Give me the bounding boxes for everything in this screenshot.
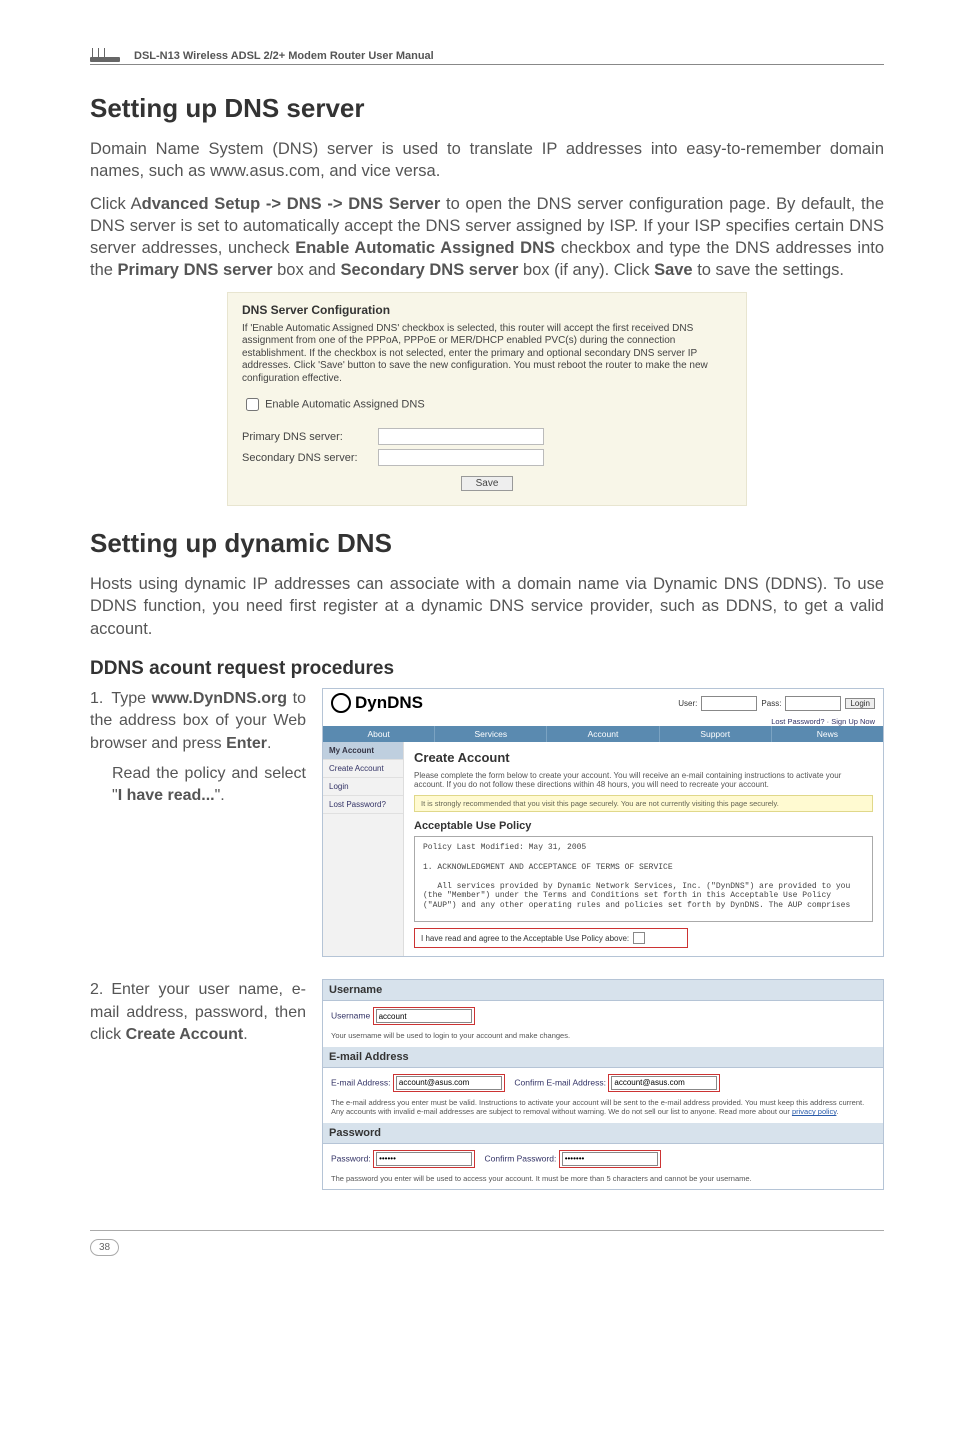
username-note: Your username will be used to login to y…: [331, 1031, 875, 1040]
step2-text: 2.Enter your user name, e-mail address, …: [90, 979, 306, 1046]
user-label: User:: [678, 699, 697, 708]
login-controls: User: Pass: Login: [678, 696, 875, 711]
side-item-create[interactable]: Create Account: [323, 760, 403, 778]
side-head: My Account: [323, 742, 403, 760]
save-button[interactable]: Save: [461, 476, 513, 491]
side-item-lostpw[interactable]: Lost Password?: [323, 796, 403, 814]
primary-dns-label: Primary DNS server:: [242, 431, 372, 443]
para-dns-intro: Domain Name System (DNS) server is used …: [90, 138, 884, 183]
aup-textbox[interactable]: Policy Last Modified: May 31, 2005 1. AC…: [414, 836, 873, 922]
user-input[interactable]: [701, 696, 757, 711]
dns-config-screenshot: DNS Server Configuration If 'Enable Auto…: [227, 292, 747, 507]
para-dns-instructions: Click Advanced Setup -> DNS -> DNS Serve…: [90, 193, 884, 282]
pass-label: Pass:: [761, 699, 781, 708]
aup-agree-row: I have read and agree to the Acceptable …: [414, 928, 688, 948]
secondary-dns-input[interactable]: [378, 449, 544, 466]
side-item-login[interactable]: Login: [323, 778, 403, 796]
aup-checkbox[interactable]: [633, 932, 645, 944]
tab-account[interactable]: Account: [547, 726, 659, 742]
footer: 38: [90, 1230, 884, 1256]
password-confirm-label: Confirm Password:: [485, 1153, 557, 1163]
email-label: E-mail Address:: [331, 1077, 391, 1087]
username-input[interactable]: [376, 1009, 472, 1023]
primary-dns-input[interactable]: [378, 428, 544, 445]
password-label: Password:: [331, 1153, 371, 1163]
password-note: The password you enter will be used to a…: [331, 1174, 875, 1183]
dyndns-logo: DynDNS: [331, 693, 423, 714]
nav-tabs: About Services Account Support News: [323, 726, 883, 742]
privacy-link[interactable]: privacy policy: [792, 1107, 836, 1116]
create-account-form-screenshot: Username Username Your username will be …: [322, 979, 884, 1190]
step1-text: 1.Type www.DynDNS.org to the address box…: [90, 688, 306, 808]
auto-dns-checkbox-row: Enable Automatic Assigned DNS: [242, 395, 732, 414]
email-input[interactable]: [396, 1076, 502, 1090]
tab-news[interactable]: News: [772, 726, 883, 742]
pass-input[interactable]: [785, 696, 841, 711]
aup-agree-label: I have read and agree to the Acceptable …: [421, 934, 629, 943]
router-icon: [90, 40, 126, 62]
panel-note: Please complete the form below to create…: [414, 771, 873, 789]
panel-title: Create Account: [414, 750, 873, 765]
para-ddns-intro: Hosts using dynamic IP addresses can ass…: [90, 573, 884, 640]
manual-title: DSL-N13 Wireless ADSL 2/2+ Modem Router …: [134, 50, 434, 62]
security-note: It is strongly recommended that you visi…: [414, 795, 873, 812]
email-confirm-label: Confirm E-mail Address:: [514, 1077, 606, 1087]
page-header: DSL-N13 Wireless ADSL 2/2+ Modem Router …: [90, 40, 884, 65]
email-header: E-mail Address: [323, 1047, 883, 1068]
dns-box-desc: If 'Enable Automatic Assigned DNS' check…: [242, 323, 732, 386]
section-heading-ddns: Setting up dynamic DNS: [90, 528, 884, 559]
dyndns-screenshot: DynDNS User: Pass: Login Lost Password? …: [322, 688, 884, 958]
username-header: Username: [323, 980, 883, 1001]
dns-box-title: DNS Server Configuration: [242, 303, 732, 317]
password-confirm-input[interactable]: [562, 1152, 658, 1166]
email-confirm-input[interactable]: [611, 1076, 717, 1090]
page-number: 38: [90, 1239, 119, 1256]
email-note: The e-mail address you enter must be val…: [331, 1098, 875, 1117]
signup-links[interactable]: Lost Password? · Sign Up Now: [323, 717, 883, 726]
password-header: Password: [323, 1123, 883, 1144]
tab-services[interactable]: Services: [435, 726, 547, 742]
aup-title: Acceptable Use Policy: [414, 820, 873, 832]
auto-dns-label: Enable Automatic Assigned DNS: [265, 399, 425, 411]
login-button[interactable]: Login: [845, 698, 875, 709]
password-input[interactable]: [376, 1152, 472, 1166]
tab-about[interactable]: About: [323, 726, 435, 742]
username-label: Username: [331, 1011, 370, 1021]
subheading-ddns-procedure: DDNS acount request procedures: [90, 658, 884, 680]
auto-dns-checkbox[interactable]: [246, 398, 259, 411]
section-heading-dns: Setting up DNS server: [90, 93, 884, 124]
tab-support[interactable]: Support: [660, 726, 772, 742]
side-nav: My Account Create Account Login Lost Pas…: [323, 742, 404, 956]
secondary-dns-label: Secondary DNS server:: [242, 452, 372, 464]
